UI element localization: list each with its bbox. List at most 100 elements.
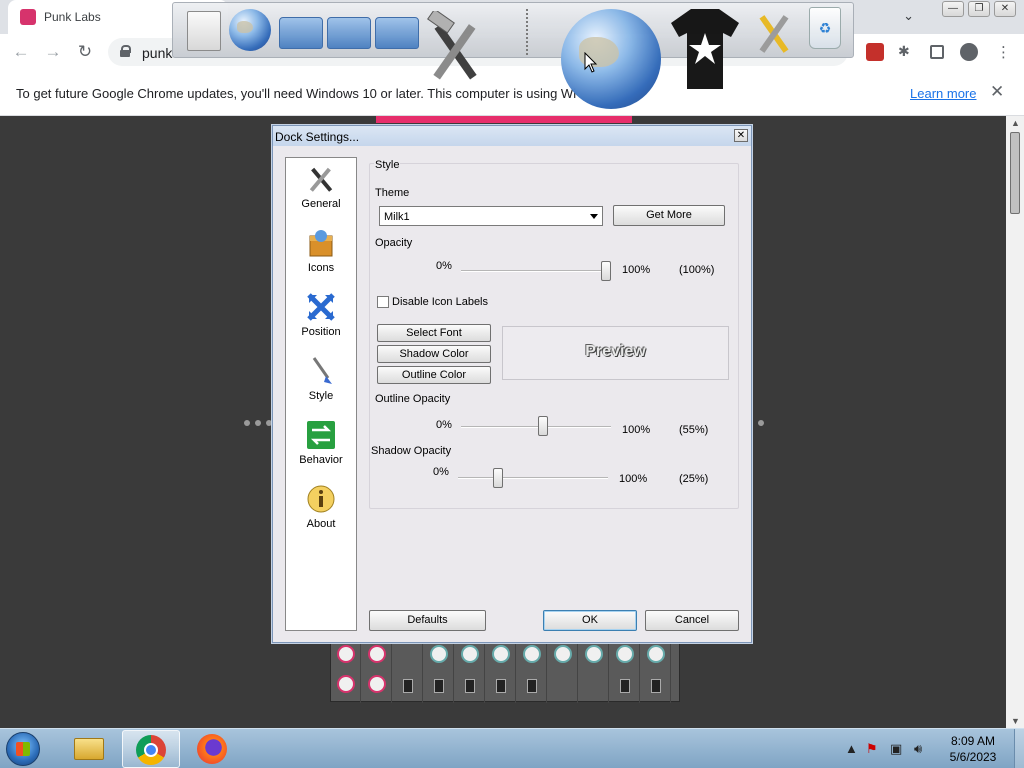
nav-about-label: About <box>306 518 336 530</box>
taskbar-chrome[interactable] <box>122 730 180 768</box>
minimize-button[interactable]: — <box>942 1 964 17</box>
theme-dropdown[interactable]: Milk1 <box>379 206 603 226</box>
settings-nav-panel: General Icons Position Style Behavior Ab… <box>285 157 357 631</box>
outline-opacity-max: 100% <box>622 424 651 436</box>
nav-style[interactable]: Style <box>286 352 356 412</box>
outline-opacity-slider-thumb[interactable] <box>538 416 548 436</box>
pictures-folder-dock-icon[interactable] <box>375 17 419 49</box>
window-controls: — ❐ ✕ <box>942 1 1016 17</box>
info-bar-message: To get future Google Chrome updates, you… <box>16 86 577 101</box>
nav-behavior[interactable]: Behavior <box>286 416 356 476</box>
opacity-slider-thumb[interactable] <box>601 261 611 281</box>
taskbar-firefox[interactable] <box>184 730 242 768</box>
theme-label: Theme <box>375 187 410 199</box>
nav-icons[interactable]: Icons <box>286 224 356 284</box>
punk-labs-favicon <box>20 9 36 25</box>
nav-general[interactable]: General <box>286 160 356 220</box>
disable-labels-checkbox[interactable] <box>377 296 389 308</box>
opacity-value: (100%) <box>679 264 715 276</box>
show-desktop-button[interactable] <box>1014 729 1024 768</box>
dialog-title-bar[interactable]: Dock Settings... ✕ <box>273 126 751 146</box>
reload-icon[interactable]: ↻ <box>74 42 96 62</box>
close-info-bar-icon[interactable]: ✕ <box>990 82 1004 102</box>
action-center-flag-icon[interactable]: ⚑ <box>866 741 878 757</box>
clock-time: 8:09 AM <box>950 734 996 748</box>
dock-separator <box>526 9 528 55</box>
scroll-up-icon[interactable]: ▲ <box>1011 118 1020 128</box>
theme-value: Milk1 <box>384 211 410 223</box>
box-icon <box>309 230 333 257</box>
tab-search-icon[interactable]: ⌄ <box>903 8 914 24</box>
select-font-button[interactable]: Select Font <box>377 324 491 342</box>
back-arrow-icon[interactable]: ← <box>10 42 32 62</box>
nav-icons-label: Icons <box>307 262 335 274</box>
shadow-opacity-slider-track[interactable] <box>458 477 608 479</box>
extensions-puzzle-icon[interactable]: ✱ <box>898 43 916 61</box>
forward-arrow-icon[interactable]: → <box>42 42 64 62</box>
outline-color-button[interactable]: Outline Color <box>377 366 491 384</box>
internet-globe-dock-icon[interactable] <box>561 9 661 109</box>
chrome-menu-icon[interactable]: ⋮ <box>996 43 1014 61</box>
show-hidden-icons[interactable]: ▲ <box>845 741 858 756</box>
taskbar-file-explorer[interactable] <box>60 730 118 768</box>
dropdown-arrow-icon <box>590 214 598 219</box>
mouse-cursor-icon <box>584 52 598 73</box>
tools-dock-icon[interactable] <box>749 9 799 57</box>
cancel-button[interactable]: Cancel <box>645 610 739 631</box>
opacity-min: 0% <box>436 260 452 272</box>
profile-avatar-icon[interactable] <box>960 43 978 61</box>
opacity-max: 100% <box>622 264 651 276</box>
scroll-down-icon[interactable]: ▼ <box>1011 716 1020 726</box>
side-panel-icon[interactable] <box>930 45 944 59</box>
nav-style-label: Style <box>308 390 334 402</box>
nav-about[interactable]: About <box>286 480 356 540</box>
tshirt-dock-icon[interactable] <box>669 5 741 93</box>
nav-behavior-label: Behavior <box>299 454 343 466</box>
recycle-bin-dock-icon[interactable]: ♻ <box>809 7 841 49</box>
close-window-button[interactable]: ✕ <box>994 1 1016 17</box>
behavior-icon <box>307 421 335 449</box>
system-clock[interactable]: 8:09 AM 5/6/2023 <box>940 733 1006 765</box>
brush-icon <box>312 357 332 384</box>
ok-button[interactable]: OK <box>543 610 637 631</box>
shadow-opacity-slider-thumb[interactable] <box>493 468 503 488</box>
shadow-color-button[interactable]: Shadow Color <box>377 345 491 363</box>
disable-labels-label: Disable Icon Labels <box>392 296 489 308</box>
nav-general-label: General <box>301 198 341 210</box>
document-dock-icon[interactable] <box>187 11 221 51</box>
opacity-label: Opacity <box>375 237 413 249</box>
folder-dock-icon[interactable] <box>279 17 323 49</box>
synth-mixer-image <box>330 642 680 703</box>
settings-tools-dock-icon[interactable] <box>425 11 485 85</box>
carousel-dot[interactable] <box>244 420 250 426</box>
scrollbar-thumb[interactable] <box>1010 132 1020 214</box>
network-icon[interactable]: ▣ <box>890 741 902 757</box>
nav-position[interactable]: Position <box>286 288 356 348</box>
lock-icon <box>120 45 131 57</box>
outline-opacity-label: Outline Opacity <box>375 393 451 405</box>
label-preview-box: Preview <box>502 326 729 380</box>
music-folder-dock-icon[interactable] <box>327 17 371 49</box>
update-info-bar: To get future Google Chrome updates, you… <box>0 70 1024 116</box>
network-globe-dock-icon[interactable] <box>229 9 271 51</box>
ublock-extension-icon[interactable] <box>866 43 884 61</box>
defaults-button[interactable]: Defaults <box>369 610 486 631</box>
learn-more-link[interactable]: Learn more <box>910 86 976 101</box>
dialog-close-button[interactable]: ✕ <box>734 129 748 142</box>
rocketdock-bar: ♻ <box>172 2 854 109</box>
style-group-label: Style <box>374 159 401 171</box>
carousel-dot[interactable] <box>255 420 261 426</box>
start-button[interactable] <box>6 732 40 766</box>
opacity-slider-track[interactable] <box>461 270 611 272</box>
shadow-opacity-max: 100% <box>619 473 648 485</box>
windows-taskbar: ▲ ⚑ ▣ 🔊︎ 8:09 AM 5/6/2023 <box>0 728 1024 768</box>
shadow-opacity-min: 0% <box>433 466 449 478</box>
clock-date: 5/6/2023 <box>949 750 997 764</box>
outline-opacity-slider-track[interactable] <box>461 426 611 428</box>
preview-text: Preview <box>585 343 646 360</box>
volume-icon[interactable]: 🔊︎ <box>914 741 922 757</box>
page-scrollbar[interactable]: ▲ ▼ <box>1006 116 1024 728</box>
get-more-button[interactable]: Get More <box>613 205 725 226</box>
carousel-dot[interactable] <box>758 420 764 426</box>
maximize-button[interactable]: ❐ <box>968 1 990 17</box>
